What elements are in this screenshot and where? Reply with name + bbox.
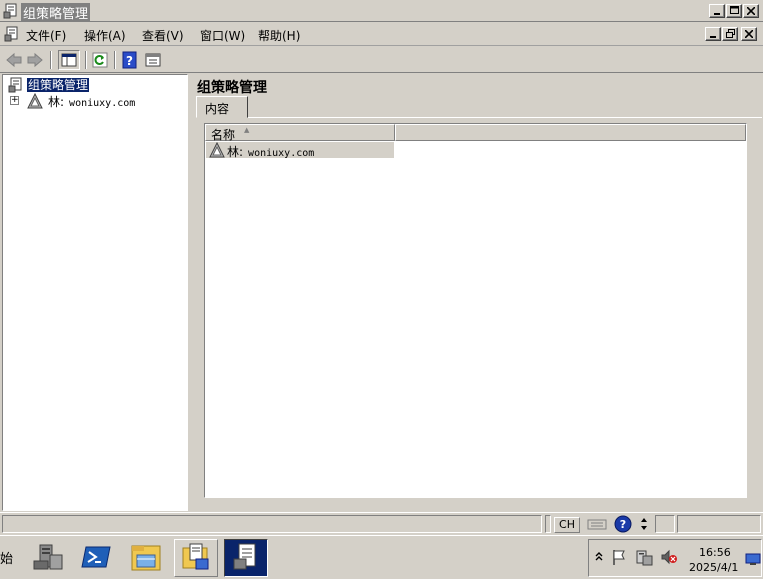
back-arrow-icon[interactable] — [5, 51, 23, 69]
console-tree[interactable]: 组策略管理 + 林: woniuxy.com — [2, 74, 188, 511]
tree-item-prefix: 林: — [48, 95, 65, 109]
tree-expander[interactable]: + — [10, 96, 19, 105]
group-policy-management-icon — [230, 541, 262, 576]
list-item-prefix: 林: — [227, 145, 244, 159]
minimize-icon — [709, 27, 717, 41]
taskbar-gpo-folder[interactable] — [174, 539, 218, 577]
maximize-button[interactable] — [726, 4, 742, 18]
clock-time[interactable]: 16:56 — [699, 546, 731, 559]
toolbar-separator — [85, 51, 87, 69]
title-bar[interactable]: 组策略管理 — [0, 0, 763, 22]
group-policy-folder-icon — [180, 541, 212, 576]
notification-area: 16:56 2025/4/1 — [588, 539, 762, 577]
mdi-minimize-button[interactable] — [705, 27, 721, 41]
help-circle-icon[interactable]: ? — [614, 515, 632, 536]
forest-icon — [26, 92, 44, 112]
tab-divider — [248, 117, 762, 118]
tree-item-forest[interactable]: 林: woniuxy.com — [48, 95, 135, 111]
properties-icon[interactable] — [144, 51, 162, 69]
menu-view[interactable]: 查看(V) — [142, 27, 184, 44]
powershell-icon — [80, 541, 112, 576]
taskbar-explorer[interactable] — [124, 539, 168, 577]
column-header-label: 名称 — [211, 128, 236, 142]
results-pane: 组策略管理 内容 名称 ▲ 林: woniuxy.com — [191, 74, 762, 511]
start-button[interactable]: 始 — [0, 548, 13, 567]
forest-icon — [208, 141, 226, 161]
tree-item-domain: woniuxy.com — [69, 98, 136, 109]
flag-icon[interactable] — [611, 548, 627, 569]
close-button[interactable] — [743, 4, 759, 18]
list-item[interactable]: 林: woniuxy.com — [206, 141, 394, 161]
tab-content[interactable]: 内容 — [196, 96, 248, 118]
taskbar-gpmc-active[interactable] — [224, 539, 268, 577]
restore-icon — [725, 27, 735, 41]
status-cell-end — [677, 515, 761, 533]
taskbar-powershell[interactable] — [74, 539, 118, 577]
menu-help[interactable]: 帮助(H) — [258, 27, 300, 44]
toolbar: ? — [0, 47, 763, 73]
page-title: 组策略管理 — [197, 80, 267, 96]
group-policy-icon — [3, 3, 19, 19]
menu-action[interactable]: 操作(A) — [84, 27, 126, 44]
svg-text:?: ? — [620, 518, 626, 531]
group-policy-icon — [8, 77, 24, 96]
status-bar: CH ? — [0, 512, 763, 534]
column-header-row: 名称 ▲ — [205, 124, 746, 142]
toolbar-separator — [114, 51, 116, 69]
status-cell-spacer — [655, 515, 675, 533]
ime-indicator[interactable]: CH — [554, 517, 580, 533]
help-icon[interactable]: ? — [121, 51, 139, 69]
mmc-document-icon — [4, 26, 20, 45]
list-item-domain: woniuxy.com — [248, 148, 315, 159]
mdi-restore-button[interactable] — [722, 27, 738, 41]
maximize-icon — [729, 4, 739, 18]
forward-arrow-icon[interactable] — [26, 51, 44, 69]
server-manager-icon — [32, 541, 64, 576]
content-list[interactable]: 名称 ▲ 林: woniuxy.com — [204, 123, 747, 498]
show-desktop-icon[interactable] — [745, 553, 761, 568]
explorer-icon — [129, 541, 163, 576]
menu-window[interactable]: 窗口(W) — [200, 27, 245, 44]
taskbar-server-manager[interactable] — [26, 539, 70, 577]
clock-date[interactable]: 2025/4/1 — [689, 561, 738, 574]
volume-muted-icon[interactable] — [660, 549, 678, 568]
minimize-icon — [713, 4, 721, 18]
close-icon — [746, 4, 756, 18]
window-title: 组策略管理 — [21, 3, 91, 22]
menu-bar: 文件(F) 操作(A) 查看(V) 窗口(W) 帮助(H) — [0, 22, 763, 46]
network-icon[interactable] — [635, 548, 653, 569]
list-item-label: 林: woniuxy.com — [227, 143, 314, 160]
minimize-button[interactable] — [709, 4, 725, 18]
tree-root-label[interactable]: 组策略管理 — [27, 78, 90, 92]
svg-text:?: ? — [126, 54, 133, 68]
status-text-cell — [2, 515, 542, 533]
toolbar-separator — [50, 51, 52, 69]
taskbar: 始 16:56 2025/4/1 — [0, 535, 763, 579]
tray-expand-icon[interactable] — [594, 549, 604, 566]
mdi-close-button[interactable] — [741, 27, 757, 41]
status-cell-spacer — [545, 515, 551, 533]
sort-ascending-icon: ▲ — [244, 126, 250, 134]
keyboard-icon[interactable] — [587, 516, 607, 535]
close-icon — [744, 27, 754, 41]
column-header-empty — [395, 124, 746, 141]
menu-file[interactable]: 文件(F) — [26, 27, 66, 44]
column-header-name[interactable]: 名称 ▲ — [205, 124, 395, 142]
show-hide-console-tree-icon[interactable] — [58, 50, 80, 70]
ime-options-icon[interactable] — [639, 516, 649, 535]
refresh-icon[interactable] — [91, 51, 109, 69]
